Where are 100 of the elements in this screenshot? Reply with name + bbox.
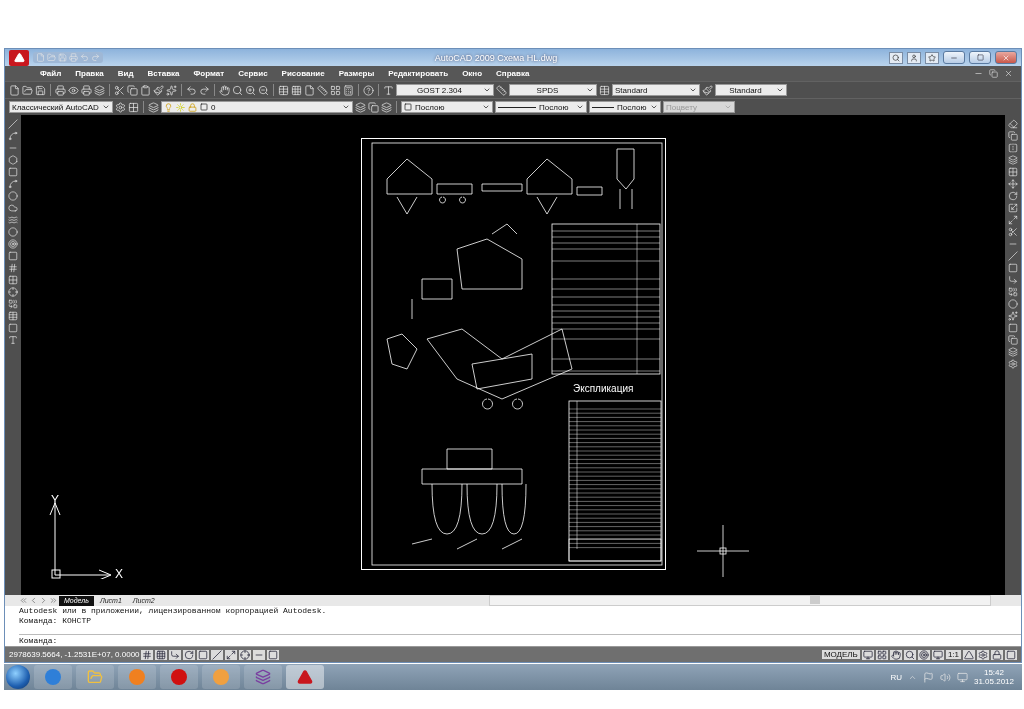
search-icon[interactable]	[232, 84, 243, 96]
table-icon[interactable]	[8, 311, 18, 321]
square-icon	[200, 103, 208, 111]
lineweight-dropdown[interactable]: Послою	[589, 101, 661, 113]
cad-taskbar-button[interactable]	[286, 665, 324, 689]
move-icon[interactable]	[1008, 179, 1018, 189]
stretch-icon[interactable]	[1008, 215, 1018, 225]
linetype-dropdown[interactable]: Послою	[495, 101, 587, 113]
menu-item[interactable]: Вставка	[140, 69, 187, 78]
zoom-in-icon[interactable]	[245, 84, 256, 96]
copy-icon[interactable]	[1008, 131, 1018, 141]
hexagon-icon[interactable]	[8, 155, 18, 165]
menu-item[interactable]: Редактировать	[381, 69, 456, 78]
trim-icon[interactable]	[1008, 227, 1018, 237]
model-space-label[interactable]: МОДЕЛЬ	[821, 650, 860, 659]
gear-icon[interactable]	[115, 101, 126, 113]
workspace-dropdown[interactable]: Классический AutoCAD	[9, 101, 113, 113]
lock-icon[interactable]	[991, 649, 1003, 660]
menu-item[interactable]: Размеры	[331, 69, 382, 78]
line-icon[interactable]	[8, 119, 18, 129]
calculator-icon[interactable]	[343, 84, 354, 96]
search-button[interactable]	[889, 51, 903, 64]
menu-item[interactable]: Рисование	[274, 69, 332, 78]
multileader-style-dropdown[interactable]: Standard	[715, 84, 787, 96]
copy-icon[interactable]	[127, 84, 138, 96]
restore-icon[interactable]	[989, 69, 998, 78]
horizontal-scrollbar[interactable]	[489, 595, 991, 606]
text-style-dropdown[interactable]: GOST 2.304	[396, 84, 494, 96]
app-logo[interactable]	[9, 49, 29, 66]
sparkle-icon[interactable]	[166, 84, 177, 96]
pan-icon[interactable]	[889, 649, 902, 660]
close-icon[interactable]	[1004, 69, 1013, 78]
arc-icon[interactable]	[8, 179, 18, 189]
next-tab-icon[interactable]	[39, 596, 48, 605]
rotate-icon[interactable]	[1008, 191, 1018, 201]
gear-icon[interactable]	[1008, 359, 1018, 369]
wave-icon[interactable]	[8, 215, 18, 225]
previous-tab-icon[interactable]	[29, 596, 38, 605]
rectangle-icon[interactable]	[8, 167, 18, 177]
cloud-icon[interactable]	[8, 203, 18, 213]
text-icon[interactable]	[8, 335, 18, 345]
ruler-icon[interactable]	[317, 84, 328, 96]
save-icon[interactable]	[35, 84, 46, 96]
favorite-button[interactable]	[925, 51, 939, 64]
command-prompt[interactable]: Команда:	[19, 635, 58, 646]
grid-icon[interactable]	[155, 649, 167, 660]
start-button[interactable]	[6, 665, 30, 689]
close-button[interactable]	[995, 51, 1017, 64]
stack-icon[interactable]	[1008, 347, 1018, 357]
eraser-icon[interactable]	[1008, 119, 1018, 129]
maximize-button[interactable]	[969, 51, 991, 64]
menu-item[interactable]: Правка	[68, 69, 111, 78]
menu-item[interactable]: Вид	[110, 69, 141, 78]
folder-icon[interactable]	[22, 84, 33, 96]
new-file-icon[interactable]	[9, 84, 20, 96]
curve-icon[interactable]	[8, 131, 18, 141]
color-dropdown[interactable]: Послою	[401, 101, 493, 113]
archive-taskbar-button[interactable]	[244, 665, 282, 689]
zoom-icon[interactable]	[903, 649, 916, 660]
minimize-button[interactable]	[943, 51, 965, 64]
undo-icon[interactable]	[186, 84, 197, 96]
table-icon[interactable]	[278, 84, 289, 96]
flag-icon[interactable]	[922, 671, 934, 683]
dimension-style-dropdown[interactable]: SPDS	[509, 84, 597, 96]
table-style-dropdown[interactable]: Standard	[612, 84, 700, 96]
cut-icon[interactable]	[114, 84, 125, 96]
annotation-scale[interactable]: 1:1	[945, 650, 961, 659]
drawing-canvas[interactable]: Экспликация Y X	[21, 115, 1005, 595]
menu-item[interactable]: Справка	[489, 69, 537, 78]
menu-item[interactable]: Окно	[455, 69, 490, 78]
brush-icon[interactable]	[153, 84, 164, 96]
menu-item[interactable]: Сервис	[231, 69, 275, 78]
user-button[interactable]	[907, 51, 921, 64]
layer-dropdown[interactable]: 0	[161, 101, 353, 113]
tiles-icon[interactable]	[330, 84, 341, 96]
maximize-icon	[976, 54, 984, 61]
circle-icon[interactable]	[8, 191, 18, 201]
caret-icon	[483, 86, 491, 94]
paste-icon[interactable]	[140, 84, 151, 96]
opera-taskbar-button[interactable]	[160, 665, 198, 689]
square-icon	[404, 103, 412, 111]
network-icon[interactable]	[956, 671, 968, 683]
hatch-icon[interactable]	[8, 263, 18, 273]
preview-icon[interactable]	[68, 84, 79, 96]
menu-item[interactable]: Файл	[33, 69, 69, 78]
target-icon[interactable]	[8, 239, 18, 249]
layers-icon[interactable]	[94, 84, 105, 96]
duplicate-icon[interactable]	[1008, 335, 1018, 345]
zoom-out-icon[interactable]	[258, 84, 269, 96]
redo-icon[interactable]	[199, 84, 210, 96]
menu-item[interactable]: Формат	[186, 69, 232, 78]
circle-icon[interactable]	[1008, 299, 1018, 309]
help-icon[interactable]	[363, 84, 374, 96]
square-icon[interactable]	[1008, 323, 1018, 333]
printer-icon[interactable]	[55, 84, 66, 96]
layers-icon[interactable]	[148, 101, 159, 113]
tiles-icon[interactable]	[875, 649, 888, 660]
hand-icon[interactable]	[219, 84, 230, 96]
caret-icon	[689, 86, 697, 94]
command-history-line: Команда: КОНСТР	[19, 616, 92, 626]
